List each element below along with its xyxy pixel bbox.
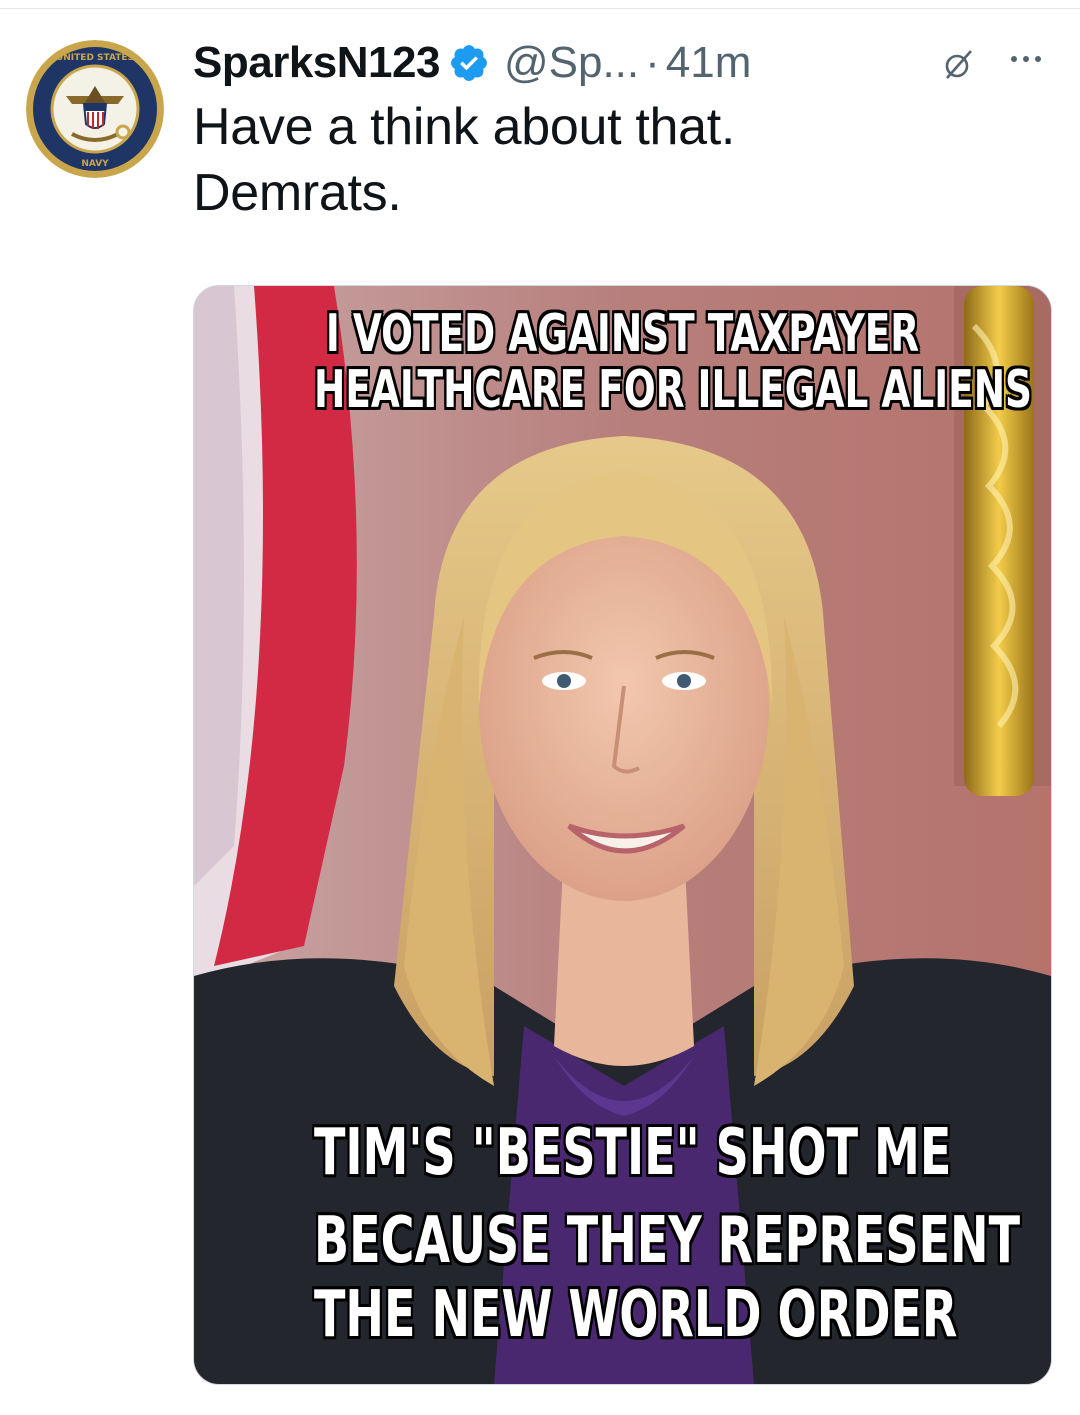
caption-line: TIM'S "BESTIE" SHOT ME [313, 1116, 952, 1190]
grok-icon[interactable] [943, 48, 975, 80]
post-text-line: Have a think about that. [193, 98, 736, 156]
verified-badge-icon [448, 42, 490, 84]
post-header: SparksN123 @Sp... · 41m [193, 30, 751, 96]
post-text-line: Demrats. [193, 164, 402, 222]
post-image[interactable]: I VOTED AGAINST TAXPAYER HEALTHCARE FOR … [193, 285, 1052, 1385]
display-name[interactable]: SparksN123 [193, 38, 440, 88]
caption-line: I VOTED AGAINST TAXPAYER [325, 304, 920, 364]
post-text: Have a think about that. Demrats. [193, 94, 1033, 226]
caption-line: BECAUSE THEY REPRESENT [313, 1204, 1021, 1278]
svg-text:UNITED STATES: UNITED STATES [56, 53, 134, 63]
more-options-icon[interactable] [1006, 44, 1046, 74]
meme-top-caption: I VOTED AGAINST TAXPAYER HEALTHCARE FOR … [313, 304, 1033, 420]
caption-line: THE NEW WORLD ORDER [313, 1278, 958, 1352]
svg-text:NAVY: NAVY [81, 159, 109, 169]
timestamp[interactable]: 41m [666, 38, 752, 88]
handle[interactable]: @Sp... [504, 38, 639, 88]
tweet[interactable]: UNITED STATES NAVY SparksN123 @Sp... · 4… [0, 0, 1080, 1415]
divider [0, 8, 1080, 9]
separator-dot: · [645, 38, 660, 87]
avatar[interactable]: UNITED STATES NAVY [26, 40, 164, 178]
navy-seal-icon: UNITED STATES NAVY [26, 40, 164, 178]
meme-bottom-caption: TIM'S "BESTIE" SHOT ME BECAUSE THEY REPR… [313, 1116, 1021, 1352]
caption-line: HEALTHCARE FOR ILLEGAL ALIENS [313, 360, 1033, 420]
